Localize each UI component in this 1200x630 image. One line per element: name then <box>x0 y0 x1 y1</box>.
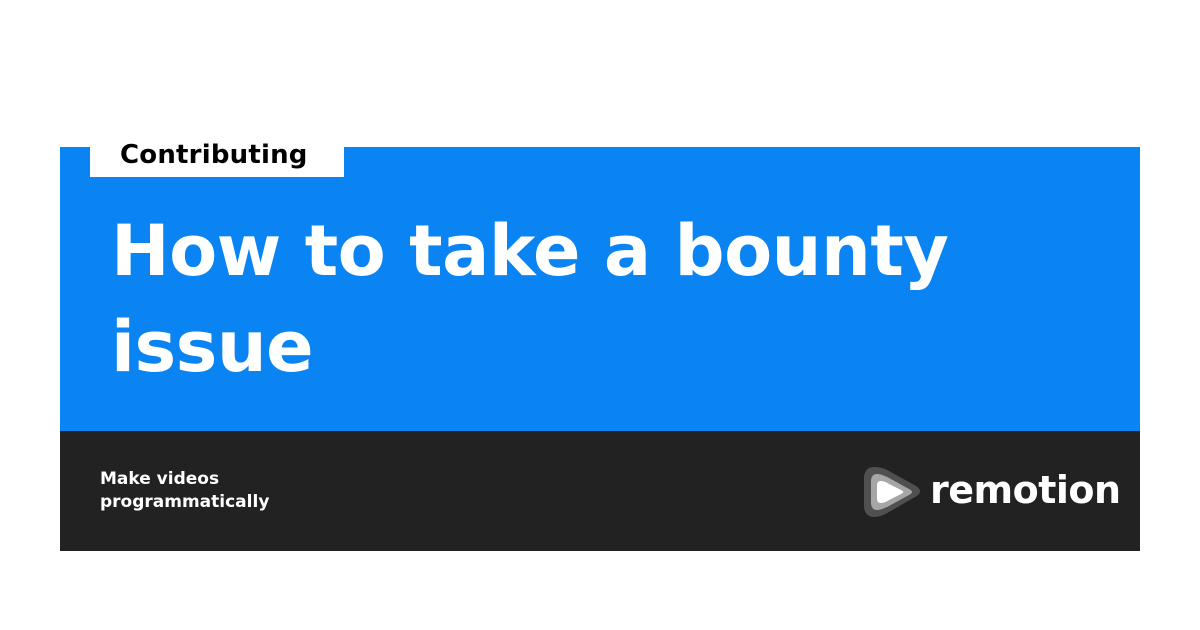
remotion-play-logo-icon <box>864 467 921 517</box>
tagline-line-1: Make videos <box>100 469 220 489</box>
tagline-line-2: programmatically <box>100 492 270 512</box>
brand-name: remotion <box>930 468 1121 512</box>
og-card: Contributing How to take a bounty issue … <box>60 130 1140 551</box>
category-label: Contributing <box>90 130 344 177</box>
page-title: How to take a bounty issue <box>111 210 949 388</box>
title-panel: Contributing How to take a bounty issue <box>60 130 1140 431</box>
footer-panel: Make videos programmatically remotion <box>60 431 1140 551</box>
tagline: Make videos programmatically <box>100 468 360 514</box>
brand-lockup: remotion <box>860 457 1121 527</box>
